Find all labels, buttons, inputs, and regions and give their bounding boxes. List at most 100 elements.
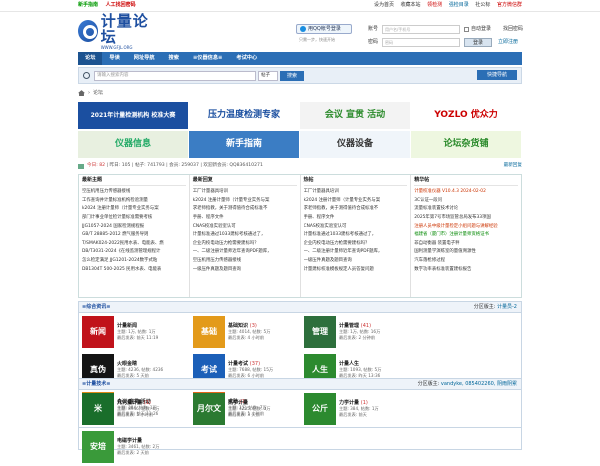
list-item[interactable]: 福建省（厦门市）注册计量师资格证书 bbox=[414, 231, 518, 240]
list-item[interactable]: 计量校准仪器 V10.4.3 2024-02-02 bbox=[414, 188, 518, 197]
forum-card[interactable]: 公斤 力学计量 (1) 主题: 384, 帖数: 1万 最后发表: 前天 bbox=[301, 390, 412, 428]
section-title[interactable]: ≡综合资讯≡ bbox=[82, 302, 110, 312]
forum-last-post[interactable]: 最后发表: 3 天前 bbox=[228, 412, 270, 418]
forum-name[interactable]: 计量考试 bbox=[228, 361, 248, 367]
list-item[interactable]: 手册、程序文件 bbox=[304, 214, 408, 223]
forum-last-post[interactable]: 最后发表: 2 天前 bbox=[117, 450, 159, 456]
banner-devices[interactable]: 仪器设备 bbox=[300, 131, 410, 158]
register-link[interactable]: 立即注册 bbox=[498, 39, 518, 45]
home-icon[interactable] bbox=[78, 90, 85, 97]
forum-name[interactable]: 几何量计量 bbox=[117, 400, 142, 406]
list-item[interactable]: DB1304T 500-2025 民用水表、电能表 bbox=[82, 266, 186, 275]
site-logo[interactable]: 计量论坛 WWW.GFJL.ORG bbox=[78, 13, 158, 50]
nav-guide[interactable]: 导读 bbox=[102, 52, 126, 65]
list-item[interactable]: 汽车落枪修过程 bbox=[414, 257, 518, 266]
list-item[interactable]: 手册、程序文件 bbox=[193, 214, 297, 223]
list-item[interactable]: 一级压件真题及题目查询 bbox=[193, 266, 297, 275]
list-item[interactable]: 工作查询并计量标准机构检验测量 bbox=[82, 197, 186, 206]
nav-instruments[interactable]: ≡仪器信息≡ bbox=[186, 52, 229, 65]
section-title[interactable]: ≡计量技术≡ bbox=[82, 379, 110, 389]
forum-thumbnail[interactable]: 基础 bbox=[193, 316, 225, 348]
nav-forum[interactable]: 论坛 bbox=[78, 52, 103, 65]
forum-last-post[interactable]: 最后发表: 前天 bbox=[339, 412, 379, 418]
section-moderator[interactable]: vandyke, 085402260, 阴雨阴累 bbox=[441, 381, 517, 387]
list-item[interactable]: GB/T 28885-2012 燃气服务导则 bbox=[82, 231, 186, 240]
forum-name[interactable]: 计量管理 bbox=[339, 323, 359, 329]
forum-thumbnail[interactable]: 公斤 bbox=[304, 393, 336, 425]
nav-exam[interactable]: 考试中心 bbox=[229, 52, 264, 65]
list-item[interactable]: CNAS校准实验室认可 bbox=[304, 223, 408, 232]
list-item[interactable]: 非自动衡器 装置电子秤 bbox=[414, 240, 518, 249]
forum-name[interactable]: 电磁学计量 bbox=[117, 438, 142, 444]
find-password-link[interactable]: 找回密码 bbox=[503, 26, 523, 32]
forum-card[interactable]: 管理 计量管理 (41) 主题: 1万, 帖数: 16万 最后发表: 2 分钟前 bbox=[301, 313, 412, 351]
list-item[interactable]: 空压机用压力传感器接线 bbox=[193, 257, 297, 266]
forum-card[interactable]: 月尔文 热学计量 主题: 4225, 帖数: 3万 最后发表: 3 天前 bbox=[190, 390, 301, 428]
banner-meeting[interactable]: 会议 宣贯 活动 bbox=[300, 102, 410, 129]
forum-thumbnail[interactable]: 月尔文 bbox=[193, 393, 225, 425]
testing-link[interactable]: 领检测 bbox=[427, 2, 442, 8]
list-item[interactable]: 怎么检定满足 JJG1201-2024数字式粘 bbox=[82, 257, 186, 266]
forum-last-post[interactable]: 最后发表: 4 小时前 bbox=[228, 335, 270, 341]
list-item[interactable]: 一、二级注册计量师近年查询PDF题库， bbox=[304, 248, 408, 257]
quick-nav-button[interactable]: 快捷导航 bbox=[477, 70, 517, 80]
recover-password-link[interactable]: 人工找回密码 bbox=[106, 2, 136, 8]
list-item[interactable]: k2024 注册计量师（计量专业实务与案 bbox=[304, 197, 408, 206]
banner-pressure-temp[interactable]: 压力温度检测专家 bbox=[189, 102, 299, 129]
nav-sites[interactable]: 网址导航 bbox=[127, 52, 162, 65]
list-item[interactable]: 数字功率表标准装置建标报告 bbox=[414, 266, 518, 275]
list-item[interactable]: 一、二级注册计量师近年查询PDF题库， bbox=[193, 248, 297, 257]
forum-name[interactable]: 力学计量 bbox=[339, 400, 359, 406]
forum-card[interactable]: 基础 基础知识 (3) 主题: 4014, 帖数: 5万 最后发表: 4 小时前 bbox=[190, 313, 301, 351]
forum-last-post[interactable]: 最后发表: 2 分钟前 bbox=[339, 335, 380, 341]
bookmark-link[interactable]: 收藏本站 bbox=[401, 2, 421, 8]
banner-newbie-guide[interactable]: 新手指南 bbox=[189, 131, 299, 158]
list-item[interactable]: 计量建标校准模板规定人员答复问题 bbox=[304, 266, 408, 275]
list-item[interactable]: k2024 注册计量师（计量专业实务与案 bbox=[193, 197, 297, 206]
list-item[interactable]: 求老师指教，关于测得值待合成标准不 bbox=[304, 205, 408, 214]
newbie-guide-link[interactable]: 新手指南 bbox=[78, 2, 98, 8]
search-type-select[interactable]: 帖子 bbox=[258, 70, 278, 81]
wechat-group-link[interactable]: 官方微信群 bbox=[497, 2, 522, 8]
forum-thumbnail[interactable]: 管理 bbox=[304, 316, 336, 348]
list-item[interactable]: 求老师指教，关于测得值待合成标准不 bbox=[193, 205, 297, 214]
latest-replies-link[interactable]: 最新回复 bbox=[504, 163, 522, 169]
list-item[interactable]: 工厂计量器具培训 bbox=[304, 188, 408, 197]
password-input[interactable]: 密码 bbox=[382, 37, 460, 47]
list-item[interactable]: CNAS校准实验室认可 bbox=[193, 223, 297, 232]
forum-thumbnail[interactable]: 安培 bbox=[82, 431, 114, 463]
forum-name[interactable]: 热学计量 bbox=[228, 400, 248, 406]
section-moderator[interactable]: 计量员-2 bbox=[497, 304, 517, 310]
forum-last-post[interactable]: 最后发表: 前天 11:19 bbox=[117, 335, 158, 341]
search-input[interactable]: 请输入搜索内容 bbox=[94, 70, 256, 81]
search-button[interactable]: 搜索 bbox=[280, 70, 304, 81]
list-item[interactable]: 2025年第7号市场监管总局发布33项国 bbox=[414, 214, 518, 223]
list-item[interactable]: 企业内校电动压力枪需要建标吗？ bbox=[304, 240, 408, 249]
forum-name[interactable]: 计量新闻 bbox=[117, 323, 137, 329]
list-item[interactable]: DB/T3031-2024《在线监测管理规程计 bbox=[82, 248, 186, 257]
banner-yozlo[interactable]: YOZLO 优众力 bbox=[411, 102, 521, 129]
banner-grocery[interactable]: 论坛杂货铺 bbox=[411, 131, 521, 158]
forum-last-post[interactable]: 最后发表: 5 小时前 bbox=[117, 412, 159, 418]
forum-name[interactable]: 基础知识 bbox=[228, 323, 248, 329]
list-item[interactable]: JJG1057-2024 国家检测规程报 bbox=[82, 223, 186, 232]
list-item[interactable]: 部门计事业单位检计量标准需要考核 bbox=[82, 214, 186, 223]
list-item[interactable]: 工厂计量器具培训 bbox=[193, 188, 297, 197]
forum-card[interactable]: 新闻 计量新闻 主题: 1万, 帖数: 1万 最后发表: 前天 11:19 bbox=[79, 313, 190, 351]
list-item[interactable]: 企业内校电动压力枪需要建标吗？ bbox=[193, 240, 297, 249]
banner-calibration-contest[interactable]: 2021年计量检测机构 校准大赛 bbox=[78, 102, 188, 129]
forum-thumbnail[interactable]: 米 bbox=[82, 393, 114, 425]
catalog-link[interactable]: 强检目录 bbox=[449, 2, 469, 8]
forum-card[interactable]: 米几何量计量 (1) 主题: 8946, 帖数: 6万 最后发表: 5 小时前 bbox=[79, 390, 190, 428]
forum-name[interactable]: 火眼金睛 bbox=[117, 361, 137, 367]
banner-instrument-info[interactable]: 仪器信息 bbox=[78, 131, 188, 158]
list-item[interactable]: 3C认证一段问 bbox=[414, 197, 518, 206]
list-item[interactable]: 注册人员中级计量检定小组问题与讲解经验 bbox=[414, 223, 518, 232]
nav-search[interactable]: 搜索 bbox=[162, 52, 186, 65]
forum-name[interactable]: 计量人生 bbox=[339, 361, 359, 367]
list-item[interactable]: 空压机用压力传感器接线 bbox=[82, 188, 186, 197]
login-button[interactable]: 登录 bbox=[464, 37, 492, 47]
account-input[interactable]: 用户名/手机号 bbox=[382, 24, 460, 34]
list-item[interactable]: 流量标准装置技术讨论 bbox=[414, 205, 518, 214]
list-item[interactable]: 一级压件真题及题目查询 bbox=[304, 257, 408, 266]
